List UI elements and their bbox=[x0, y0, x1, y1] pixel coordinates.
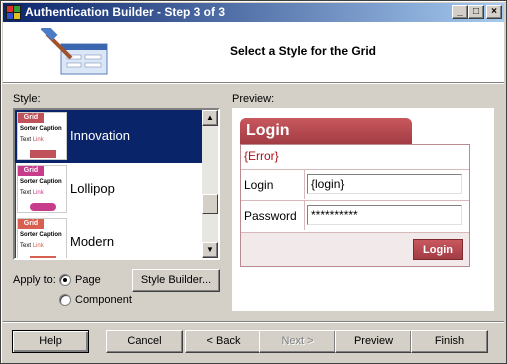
password-row: Password ********** bbox=[241, 200, 469, 230]
maximize-icon: □ bbox=[472, 6, 480, 17]
close-button[interactable]: × bbox=[486, 5, 502, 19]
app-icon bbox=[6, 5, 21, 20]
radio-component[interactable] bbox=[59, 294, 71, 306]
next-button[interactable]: Next > bbox=[259, 330, 336, 353]
preview-label: Preview: bbox=[232, 93, 275, 105]
login-footer: Login bbox=[241, 232, 469, 266]
style-item-label: Innovation bbox=[70, 128, 130, 143]
preview-pane: Login {Error} Login {login} Password ***… bbox=[232, 108, 494, 311]
login-row: Login {login} bbox=[241, 169, 469, 199]
header-separator bbox=[3, 82, 504, 84]
login-input: {login} bbox=[307, 174, 462, 194]
style-label: Style: bbox=[13, 93, 41, 105]
preview-button[interactable]: Preview bbox=[335, 330, 412, 353]
style-thumbnail: Grid Sorter Caption Text Link bbox=[17, 165, 67, 213]
password-input: ********** bbox=[307, 205, 462, 225]
login-title: Login bbox=[240, 118, 412, 144]
style-item-lollipop[interactable]: Grid Sorter Caption Text Link Lollipop bbox=[15, 163, 204, 216]
style-list-scrollbar[interactable]: ▲ ▼ bbox=[202, 110, 218, 258]
maximize-button[interactable]: □ bbox=[468, 5, 484, 19]
back-button[interactable]: < Back bbox=[185, 330, 262, 353]
style-builder-button[interactable]: Style Builder... bbox=[132, 269, 220, 292]
help-button[interactable]: Help bbox=[12, 330, 89, 353]
style-thumbnail: Grid Sorter Caption Text Link bbox=[17, 218, 67, 258]
close-icon: × bbox=[491, 6, 497, 17]
wizard-header: Select a Style for the Grid bbox=[3, 22, 504, 82]
window-title: Authentication Builder - Step 3 of 3 bbox=[25, 5, 226, 19]
login-field-label: Login bbox=[241, 170, 305, 199]
cancel-button[interactable]: Cancel bbox=[106, 330, 183, 353]
scroll-up-button[interactable]: ▲ bbox=[202, 110, 218, 126]
apply-to-label: Apply to: bbox=[13, 274, 56, 286]
style-list[interactable]: Grid Sorter Caption Text Link Innovation… bbox=[13, 108, 220, 260]
radio-page[interactable] bbox=[59, 274, 71, 286]
step-heading: Select a Style for the Grid bbox=[229, 44, 377, 58]
finish-button[interactable]: Finish bbox=[411, 330, 488, 353]
minimize-button[interactable]: _ bbox=[452, 5, 468, 19]
style-item-label: Modern bbox=[70, 234, 115, 249]
login-button: Login bbox=[413, 239, 463, 260]
wizard-window: Authentication Builder - Step 3 of 3 _ □… bbox=[0, 0, 507, 364]
style-item-modern[interactable]: Grid Sorter Caption Text Link Modern bbox=[15, 216, 204, 258]
radio-component-label[interactable]: Component bbox=[75, 294, 132, 306]
scroll-thumb[interactable] bbox=[202, 194, 218, 214]
login-preview: Login {Error} Login {login} Password ***… bbox=[240, 118, 470, 268]
login-body: {Error} Login {login} Password *********… bbox=[240, 144, 470, 267]
style-thumbnail: Grid Sorter Caption Text Link bbox=[17, 112, 67, 160]
password-field-label: Password bbox=[241, 201, 305, 230]
style-item-innovation[interactable]: Grid Sorter Caption Text Link Innovation bbox=[15, 110, 204, 163]
scroll-down-button[interactable]: ▼ bbox=[202, 242, 218, 258]
title-bar[interactable]: Authentication Builder - Step 3 of 3 _ □… bbox=[3, 3, 504, 22]
radio-page-label[interactable]: Page bbox=[75, 274, 101, 286]
wizard-hammer-icon bbox=[41, 28, 108, 75]
style-item-label: Lollipop bbox=[70, 181, 115, 196]
footer-separator bbox=[3, 321, 504, 323]
minimize-icon: _ bbox=[457, 6, 463, 17]
error-text: {Error} bbox=[244, 149, 279, 163]
